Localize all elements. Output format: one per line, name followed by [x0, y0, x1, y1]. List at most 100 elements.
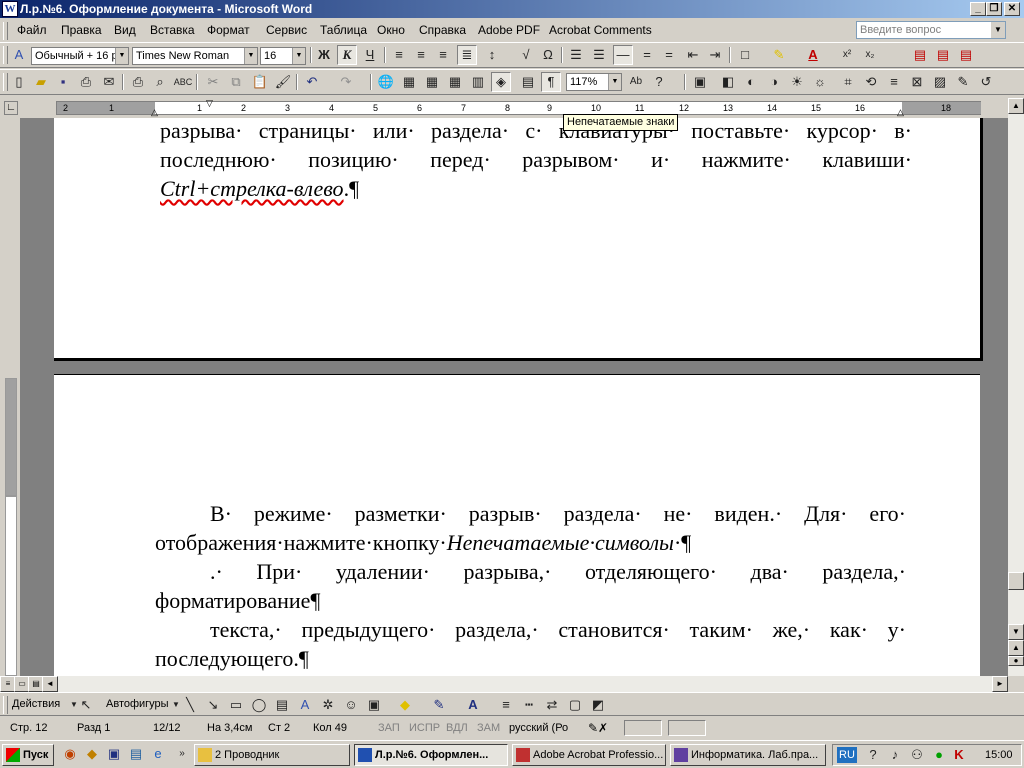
menu-insert[interactable]: Вставка — [150, 23, 195, 37]
superscript-icon[interactable]: x² — [837, 45, 857, 65]
email-icon[interactable]: ✉ — [99, 72, 119, 92]
fill-color-icon[interactable]: ◆ — [395, 695, 415, 715]
style-dropdown-icon[interactable]: ▼ — [115, 48, 128, 64]
page-current[interactable]: В· режиме· разметки· разрыв· раздела· не… — [54, 374, 980, 676]
paste-icon[interactable]: 📋 — [250, 72, 270, 92]
subscript-icon[interactable]: x₂ — [860, 45, 880, 65]
spelling-status-icon[interactable]: ✎✗ — [588, 720, 608, 736]
toolbar-grip[interactable] — [3, 73, 8, 91]
status-ext[interactable]: ВДЛ — [446, 720, 468, 736]
minimize-button[interactable]: _ — [970, 2, 986, 16]
outside-border-icon[interactable]: □ — [735, 45, 755, 65]
picture-icon[interactable]: ▣ — [364, 695, 384, 715]
align-center-icon[interactable]: ≡ — [411, 45, 431, 65]
menu-tools[interactable]: Сервис — [266, 23, 307, 37]
font-color-icon[interactable]: A — [803, 45, 823, 65]
print-preview-icon[interactable]: ⌕ — [150, 72, 170, 92]
arrow-style-icon[interactable]: ⇄ — [542, 695, 562, 715]
new-document-icon[interactable]: ▯ — [9, 72, 29, 92]
more-quicklaunch-icon[interactable]: » — [172, 744, 192, 764]
copy-icon[interactable]: ⧉ — [226, 72, 246, 92]
show-hide-pilcrow-icon[interactable]: ¶ — [541, 72, 561, 92]
browse-object-icon[interactable]: ● — [1008, 656, 1024, 666]
quicklaunch-icon[interactable]: ◆ — [82, 744, 102, 764]
highlight-icon[interactable]: ✎ — [769, 45, 789, 65]
more-brightness-icon[interactable]: ☀ — [787, 72, 807, 92]
crop-icon[interactable]: ⌗ — [838, 72, 858, 92]
border-line-icon[interactable]: — — [613, 45, 633, 65]
print-icon[interactable]: ⎙ — [128, 72, 148, 92]
rectangle-tool-icon[interactable]: ▭ — [226, 695, 246, 715]
menu-acrobat-comments[interactable]: Acrobat Comments — [549, 23, 652, 37]
spelling-icon[interactable]: ABC — [173, 72, 193, 92]
cut-icon[interactable]: ✂ — [203, 72, 223, 92]
ie-icon[interactable]: e — [148, 744, 168, 764]
document-map-icon[interactable]: ▤ — [518, 72, 538, 92]
symbol-omega-icon[interactable]: Ω — [538, 45, 558, 65]
dash-style-icon[interactable]: ┅ — [519, 695, 539, 715]
menu-help[interactable]: Справка — [419, 23, 466, 37]
increase-indent-icon[interactable]: ⇥ — [705, 45, 725, 65]
styles-pane-icon[interactable]: A — [9, 45, 29, 65]
antivirus-icon[interactable]: K — [949, 745, 969, 765]
quicklaunch-icon[interactable]: ▤ — [126, 744, 146, 764]
reset-picture-icon[interactable]: ↺ — [976, 72, 996, 92]
previous-page-icon[interactable]: ▲ — [1008, 640, 1024, 656]
line-color-icon[interactable]: ✎ — [429, 695, 449, 715]
style-combo[interactable]: Обычный + 16 р ▼ — [31, 47, 129, 65]
bold-button[interactable]: Ж — [314, 45, 334, 65]
scroll-right-arrow-icon[interactable]: ► — [992, 676, 1008, 692]
menu-edit[interactable]: Правка — [61, 23, 102, 37]
read-icon[interactable]: Ab — [626, 72, 646, 92]
status-ovr[interactable]: ЗАМ — [477, 720, 500, 736]
word-app-icon[interactable]: W — [2, 1, 18, 17]
drawing-icon[interactable]: ◈ — [491, 72, 511, 92]
menu-table[interactable]: Таблица — [320, 23, 367, 37]
columns-icon[interactable]: ▥ — [468, 72, 488, 92]
color-picture-icon[interactable]: ◧ — [718, 72, 738, 92]
compress-icon[interactable]: ⊠ — [907, 72, 927, 92]
save-icon[interactable]: ▪ — [53, 72, 73, 92]
line-style-icon[interactable]: ≡ — [884, 72, 904, 92]
underline-button[interactable]: Ч — [360, 45, 380, 65]
title-bar[interactable]: W Л.р.№6. Оформление документа - Microso… — [0, 0, 1024, 18]
page-previous[interactable]: разрыва· страницы· или· раздела· с· клав… — [54, 118, 983, 361]
font-size-combo[interactable]: 16 ▼ — [260, 47, 306, 65]
insert-excel-icon[interactable]: ▦ — [445, 72, 465, 92]
equation-icon[interactable]: √ — [516, 45, 536, 65]
pdf-email-icon[interactable]: ▤ — [933, 45, 953, 65]
quicklaunch-icon[interactable]: ◉ — [60, 744, 80, 764]
pdf-review-icon[interactable]: ▤ — [956, 45, 976, 65]
select-objects-icon[interactable]: ↖ — [76, 695, 96, 715]
shadow-icon[interactable]: ▢ — [565, 695, 585, 715]
status-trk[interactable]: ИСПР — [409, 720, 440, 736]
status-rec[interactable]: ЗАП — [378, 720, 400, 736]
justify-icon[interactable]: ≣ — [457, 45, 477, 65]
font-size-dropdown-icon[interactable]: ▼ — [292, 48, 305, 64]
zoom-dropdown-icon[interactable]: ▼ — [608, 74, 621, 90]
textbox-tool-icon[interactable]: ▤ — [272, 695, 292, 715]
format-painter-icon[interactable]: 🖌 — [273, 72, 293, 92]
document-workspace[interactable]: разрыва· страницы· или· раздела· с· клав… — [20, 118, 1008, 676]
less-brightness-icon[interactable]: ☼ — [810, 72, 830, 92]
italic-button[interactable]: К — [337, 45, 357, 65]
decrease-indent-icon[interactable]: ⇤ — [683, 45, 703, 65]
toolbar-grip[interactable] — [3, 46, 8, 64]
line-spacing-icon[interactable]: ↕ — [482, 45, 502, 65]
align-left-icon[interactable]: ≡ — [389, 45, 409, 65]
menu-adobe-pdf[interactable]: Adobe PDF — [478, 23, 540, 37]
vertical-ruler[interactable] — [0, 118, 20, 676]
undo-icon[interactable]: ↶ — [302, 72, 322, 92]
quicklaunch-icon[interactable]: ▣ — [104, 744, 124, 764]
insert-table-icon[interactable]: ▦ — [422, 72, 442, 92]
menu-format[interactable]: Формат — [207, 23, 250, 37]
open-folder-icon[interactable]: ▰ — [31, 72, 51, 92]
menu-grip[interactable] — [3, 22, 8, 40]
diagram-icon[interactable]: ✲ — [318, 695, 338, 715]
help-question-box[interactable]: Введите вопрос ▼ — [856, 21, 1006, 39]
line-style-icon[interactable]: ≡ — [496, 695, 516, 715]
maximize-button[interactable]: ❐ — [986, 2, 1002, 16]
horizontal-ruler[interactable]: 2 1 1 2 3 4 5 6 7 8 9 10 11 12 13 14 15 … — [56, 98, 981, 117]
permission-icon[interactable]: ⎙ — [76, 72, 96, 92]
numbering-icon[interactable]: ☰ — [566, 45, 586, 65]
